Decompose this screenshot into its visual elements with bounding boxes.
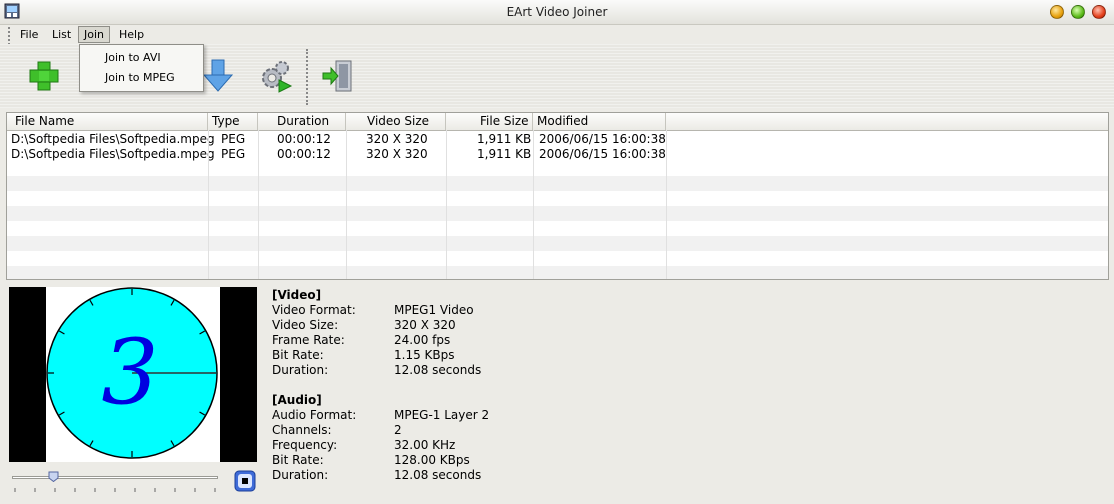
info-label: Frequency: [272, 438, 338, 452]
info-value: 2 [394, 423, 402, 437]
info-label: Audio Format: [272, 408, 357, 422]
add-icon[interactable] [26, 58, 62, 94]
cell-file-name: D:\Softpedia Files\Softpedia.mpeg [11, 147, 215, 161]
countdown-digit: 3 [101, 320, 158, 425]
cell-duration: 00:00:12 [277, 132, 331, 146]
info-value: 12.08 seconds [394, 468, 482, 482]
menu-list[interactable]: List [47, 26, 76, 43]
info-label: Bit Rate: [272, 453, 324, 467]
window-title: EArt Video Joiner [506, 5, 608, 19]
move-down-icon[interactable] [200, 58, 236, 94]
settings-run-icon[interactable] [258, 58, 294, 94]
video-section-heading: [Video] [272, 288, 322, 302]
menu-file[interactable]: File [15, 26, 43, 43]
info-label: Duration: [272, 363, 329, 377]
column-divider [533, 130, 534, 279]
title-bar: EArt Video Joiner [0, 0, 1114, 25]
cell-file-name: D:\Softpedia Files\Softpedia.mpeg [11, 132, 215, 146]
info-value: 128.00 KBps [394, 453, 470, 467]
cell-type: PEG [221, 147, 246, 161]
info-label: Duration: [272, 468, 329, 482]
column-divider [666, 130, 667, 279]
info-label: Channels: [272, 423, 332, 437]
col-duration[interactable]: Duration [258, 113, 346, 130]
close-button[interactable] [1092, 5, 1106, 19]
stop-icon[interactable] [234, 470, 256, 492]
column-divider [446, 130, 447, 279]
maximize-button[interactable] [1071, 5, 1085, 19]
table-header: File Name Type Duration Video Size File … [7, 113, 1108, 131]
column-divider [346, 130, 347, 279]
col-file-size[interactable]: File Size [446, 113, 533, 130]
info-label: Bit Rate: [272, 348, 324, 362]
empty-row [7, 266, 1108, 279]
menu-help[interactable]: Help [114, 26, 149, 43]
seek-slider-track[interactable] [12, 476, 218, 479]
empty-row [7, 236, 1108, 251]
info-label: Video Size: [272, 318, 339, 332]
join-to-avi-item[interactable]: Join to AVI [105, 51, 161, 64]
info-value: 12.08 seconds [394, 363, 482, 377]
col-modified[interactable]: Modified [533, 113, 666, 130]
info-value: 320 X 320 [394, 318, 456, 332]
table-row[interactable]: D:\Softpedia Files\Softpedia.mpeg PEG 00… [7, 132, 1108, 147]
cell-file-size: 1,911 KB [477, 147, 532, 161]
info-value: MPEG-1 Layer 2 [394, 408, 490, 422]
exit-icon[interactable] [320, 58, 356, 94]
cell-modified: 2006/06/15 16:00:38 [539, 132, 666, 146]
minimize-button[interactable] [1050, 5, 1064, 19]
seek-slider-thumb[interactable] [48, 471, 59, 482]
column-divider [258, 130, 259, 279]
menu-join[interactable]: Join [78, 26, 111, 43]
cell-modified: 2006/06/15 16:00:38 [539, 147, 666, 161]
info-value: 32.00 KHz [394, 438, 456, 452]
cell-video-size: 320 X 320 [366, 132, 428, 146]
audio-section-heading: [Audio] [272, 393, 322, 407]
toolbar-separator [306, 49, 308, 105]
countdown-frame: 3 [9, 287, 257, 462]
seek-slider-ticks [14, 488, 216, 492]
col-type[interactable]: Type [208, 113, 258, 130]
table-row[interactable]: D:\Softpedia Files\Softpedia.mpeg PEG 00… [7, 147, 1108, 162]
column-divider [208, 130, 209, 279]
info-value: MPEG1 Video [394, 303, 474, 317]
info-label: Video Format: [272, 303, 356, 317]
info-value: 1.15 KBps [394, 348, 455, 362]
cell-duration: 00:00:12 [277, 147, 331, 161]
join-to-mpeg-item[interactable]: Join to MPEG [105, 71, 175, 84]
cell-type: PEG [221, 132, 246, 146]
col-video-size[interactable]: Video Size [346, 113, 446, 130]
empty-row [7, 176, 1108, 191]
empty-row [7, 206, 1108, 221]
cell-file-size: 1,911 KB [477, 132, 532, 146]
col-file-name[interactable]: File Name [7, 113, 208, 130]
file-list-table[interactable]: File Name Type Duration Video Size File … [6, 112, 1109, 280]
info-label: Frame Rate: [272, 333, 345, 347]
join-dropdown-menu: Join to AVI Join to MPEG [79, 44, 204, 92]
cell-video-size: 320 X 320 [366, 147, 428, 161]
video-preview: 3 [9, 287, 257, 462]
info-value: 24.00 fps [394, 333, 451, 347]
